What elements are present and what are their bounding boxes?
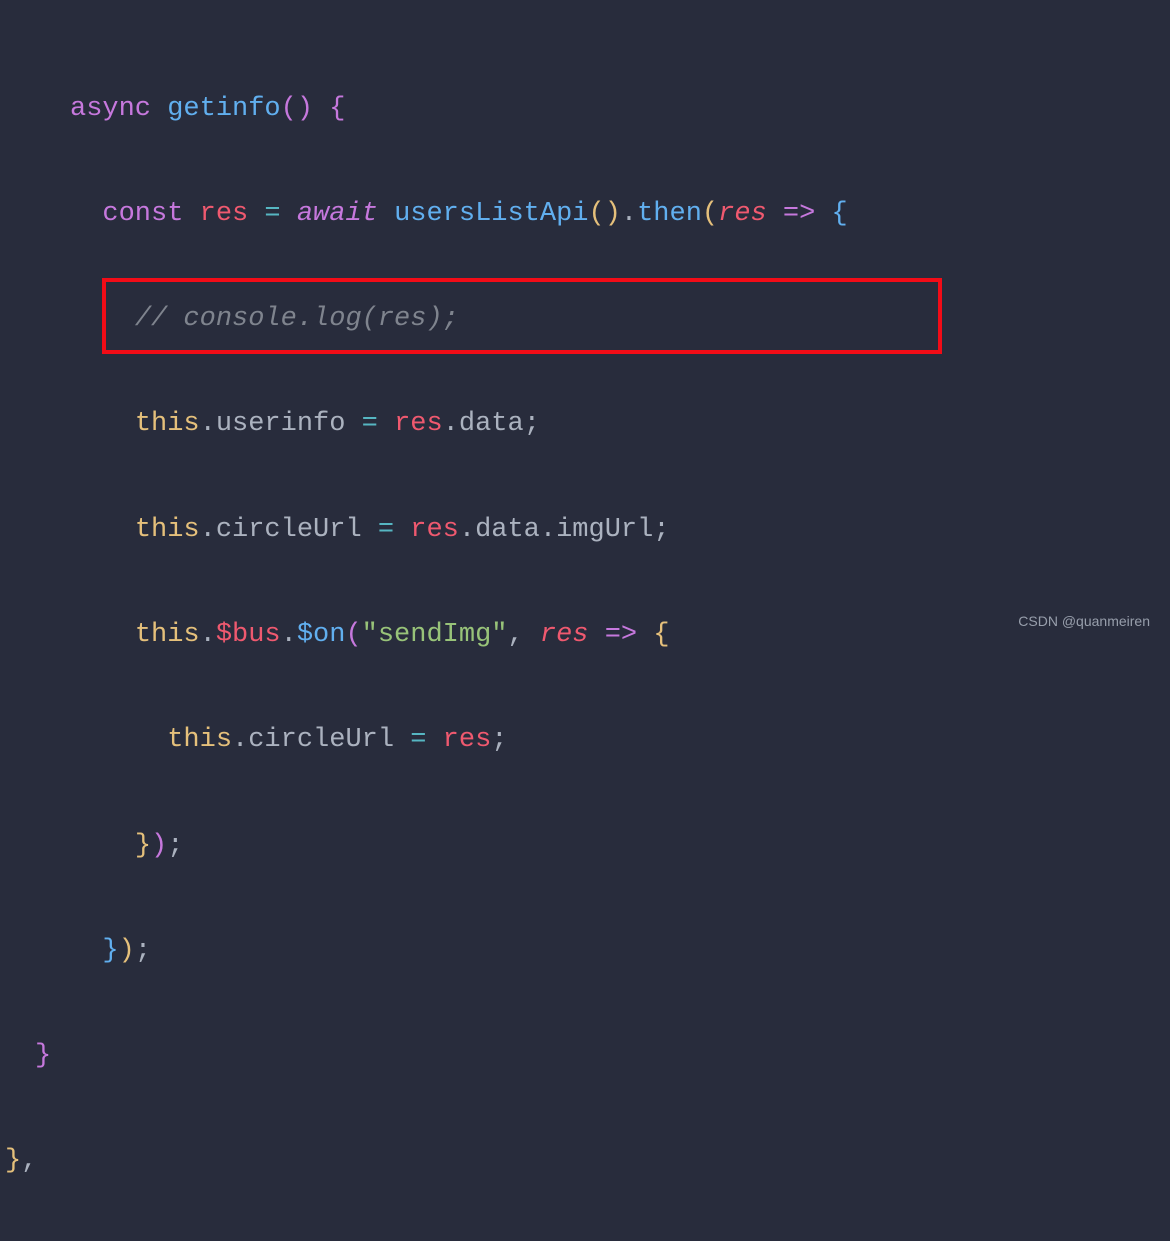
keyword-async: async: [70, 94, 151, 124]
dot: .: [540, 515, 556, 545]
operator: =: [362, 515, 411, 545]
param: res: [540, 620, 589, 650]
code-line: });: [70, 820, 1165, 873]
keyword-await: await: [297, 199, 378, 229]
code-line: }: [35, 1030, 1165, 1083]
code-line: async getinfo() {: [70, 83, 1165, 136]
comma: ,: [21, 1146, 37, 1176]
keyword-this: this: [135, 620, 200, 650]
keyword-this: this: [167, 725, 232, 755]
code-editor: async getinfo() { const res = await user…: [5, 30, 1165, 1241]
semicolon: ;: [167, 831, 183, 861]
method-call: $on: [297, 620, 346, 650]
brace: }: [102, 936, 118, 966]
paren: (: [345, 620, 361, 650]
param: res: [718, 199, 767, 229]
keyword-this: this: [135, 515, 200, 545]
paren: ): [119, 936, 135, 966]
dot: .: [443, 409, 459, 439]
arrow: =>: [767, 199, 832, 229]
dot: .: [200, 409, 216, 439]
method-call: then: [637, 199, 702, 229]
code-line: this.userinfo = res.data;: [70, 398, 1165, 451]
code-line: this.circleUrl = res.data.imgUrl;: [70, 504, 1165, 557]
paren: (: [702, 199, 718, 229]
identifier: res: [410, 515, 459, 545]
property: imgUrl: [556, 515, 653, 545]
brace: }: [5, 1146, 21, 1176]
keyword-this: this: [135, 409, 200, 439]
identifier: res: [443, 725, 492, 755]
property: data: [459, 409, 524, 439]
paren: ): [297, 94, 313, 124]
dot: .: [459, 515, 475, 545]
brace: {: [832, 199, 848, 229]
property: $bus: [216, 620, 281, 650]
property: userinfo: [216, 409, 346, 439]
watermark-text: CSDN @quanmeiren: [1018, 608, 1150, 635]
comment: // console.log(res);: [135, 304, 459, 334]
code-line: this.$bus.$on("sendImg", res => {: [70, 609, 1165, 662]
paren: (): [589, 199, 621, 229]
keyword-const: const: [102, 199, 183, 229]
brace: }: [35, 1041, 51, 1071]
code-line: },: [5, 1135, 1165, 1188]
operator: =: [394, 725, 443, 755]
dot: .: [200, 620, 216, 650]
brace: {: [313, 94, 345, 124]
property: circleUrl: [248, 725, 394, 755]
dot: .: [232, 725, 248, 755]
arrow: =>: [589, 620, 654, 650]
identifier: res: [200, 199, 249, 229]
code-line: this.circleUrl = res;: [70, 714, 1165, 767]
dot: .: [200, 515, 216, 545]
brace: {: [653, 620, 669, 650]
code-line: });: [70, 925, 1165, 978]
code-line: const res = await usersListApi().then(re…: [70, 188, 1165, 241]
semicolon: ;: [135, 936, 151, 966]
operator: =: [345, 409, 394, 439]
string-literal: "sendImg": [362, 620, 508, 650]
function-name: getinfo: [167, 94, 280, 124]
identifier: res: [394, 409, 443, 439]
semicolon: ;: [491, 725, 507, 755]
property: data: [475, 515, 540, 545]
code-line: // console.log(res);: [70, 293, 1165, 346]
dot: .: [621, 199, 637, 229]
operator: =: [248, 199, 297, 229]
property: circleUrl: [216, 515, 362, 545]
brace: }: [135, 831, 151, 861]
semicolon: ;: [524, 409, 540, 439]
dot: .: [281, 620, 297, 650]
paren: (: [281, 94, 297, 124]
paren: ): [151, 831, 167, 861]
function-call: usersListApi: [394, 199, 588, 229]
comma: ,: [507, 620, 539, 650]
semicolon: ;: [653, 515, 669, 545]
